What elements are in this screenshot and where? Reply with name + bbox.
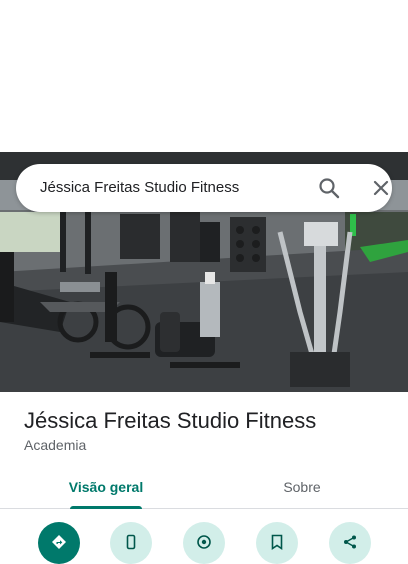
search-query-text[interactable]: Jéssica Freitas Studio Fitness (40, 179, 239, 196)
action-buttons-row (0, 520, 408, 564)
nearby-icon (197, 535, 211, 549)
directions-icon (52, 535, 66, 549)
top-blank-area (0, 0, 408, 152)
search-icon[interactable] (318, 177, 340, 199)
place-category[interactable]: Academia (24, 437, 86, 453)
tab-about-label: Sobre (283, 479, 321, 495)
tab-bar: Visão geral Sobre (0, 466, 408, 509)
nearby-button[interactable] (183, 522, 225, 564)
phone-icon (126, 534, 136, 550)
tab-overview-label: Visão geral (68, 479, 144, 495)
save-button[interactable] (256, 522, 298, 564)
save-icon (271, 534, 283, 550)
directions-button[interactable] (38, 522, 80, 564)
call-button[interactable] (110, 522, 152, 564)
tab-selected-indicator (70, 506, 142, 509)
tab-overview[interactable]: Visão geral (56, 466, 156, 509)
place-title: Jéssica Freitas Studio Fitness (24, 408, 317, 433)
tab-about[interactable]: Sobre (252, 466, 352, 508)
share-button[interactable] (329, 522, 371, 564)
share-icon (344, 535, 356, 549)
close-icon[interactable] (370, 177, 392, 199)
search-bar[interactable]: Jéssica Freitas Studio Fitness (16, 164, 392, 212)
